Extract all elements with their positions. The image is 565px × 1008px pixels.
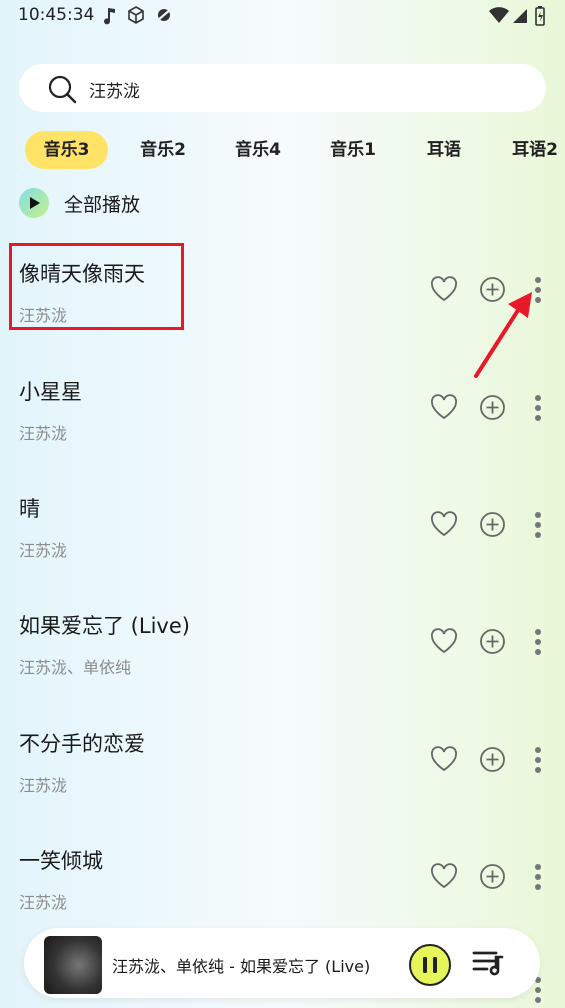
more-vert-icon[interactable] [530, 628, 546, 660]
add-circle-icon[interactable] [479, 628, 506, 659]
play-all-label: 全部播放 [64, 194, 141, 216]
more-vert-icon[interactable] [530, 746, 546, 778]
song-row[interactable]: 小星星 汪苏泷 [0, 376, 565, 466]
now-playing-text: 汪苏泷、单依纯 - 如果爱忘了 (Live) [112, 957, 371, 976]
more-vert-icon[interactable] [530, 511, 546, 543]
heart-icon[interactable] [430, 276, 458, 306]
pointer-arrow-icon [474, 292, 532, 378]
song-row[interactable]: 如果爱忘了 (Live) 汪苏泷、单依纯 [0, 610, 565, 700]
more-vert-icon[interactable] [530, 394, 546, 426]
highlight-box [9, 243, 184, 330]
song-artist: 汪苏泷 [19, 541, 68, 560]
album-cover[interactable] [44, 936, 102, 994]
add-circle-icon[interactable] [479, 511, 506, 542]
song-artist: 汪苏泷 [19, 776, 68, 795]
heart-icon[interactable] [430, 746, 458, 776]
song-row[interactable]: 一笑倾城 汪苏泷 [0, 845, 565, 935]
add-circle-icon[interactable] [479, 394, 506, 425]
wifi-icon [488, 5, 510, 27]
status-bar: 10:45:34 [0, 0, 565, 32]
tab-whisper[interactable]: 耳语 [405, 131, 483, 169]
add-circle-icon[interactable] [479, 746, 506, 777]
song-title: 如果爱忘了 (Live) [19, 614, 190, 638]
song-artist: 汪苏泷 [19, 424, 68, 443]
song-row[interactable]: 不分手的恋爱 汪苏泷 [0, 728, 565, 818]
tab-music4[interactable]: 音乐4 [217, 131, 299, 169]
play-icon [19, 188, 49, 218]
tab-whisper2[interactable]: 耳语2 [496, 131, 565, 169]
heart-icon[interactable] [430, 511, 458, 541]
playlist-icon[interactable] [472, 948, 506, 982]
song-title: 不分手的恋爱 [19, 732, 145, 756]
heart-icon[interactable] [430, 863, 458, 893]
tab-music1[interactable]: 音乐1 [312, 131, 394, 169]
tab-music2[interactable]: 音乐2 [122, 131, 204, 169]
search-query[interactable]: 汪苏泷 [89, 77, 140, 102]
no-mic-icon [154, 5, 176, 27]
category-tabs: 音乐3 音乐2 音乐4 音乐1 耳语 耳语2 [0, 131, 565, 169]
heart-icon[interactable] [430, 394, 458, 424]
song-artist: 汪苏泷 [19, 893, 68, 912]
heart-icon[interactable] [430, 628, 458, 658]
search-bar[interactable]: 汪苏泷 [19, 64, 546, 112]
mini-player[interactable]: 汪苏泷、单依纯 - 如果爱忘了 (Live) [24, 928, 540, 998]
pause-icon [423, 957, 437, 973]
status-time: 10:45:34 [18, 5, 95, 25]
music-note-icon [100, 5, 122, 27]
add-circle-icon[interactable] [479, 863, 506, 894]
song-title: 小星星 [19, 380, 82, 404]
song-title: 一笑倾城 [19, 849, 103, 873]
cube-icon [126, 5, 148, 27]
tab-music3[interactable]: 音乐3 [25, 131, 108, 169]
battery-icon [534, 5, 556, 27]
song-row[interactable]: 晴 汪苏泷 [0, 493, 565, 583]
song-artist: 汪苏泷、单依纯 [19, 658, 132, 677]
song-title: 晴 [19, 497, 40, 521]
more-vert-icon[interactable] [530, 863, 546, 895]
pause-button[interactable] [409, 944, 451, 986]
signal-icon [511, 5, 533, 27]
